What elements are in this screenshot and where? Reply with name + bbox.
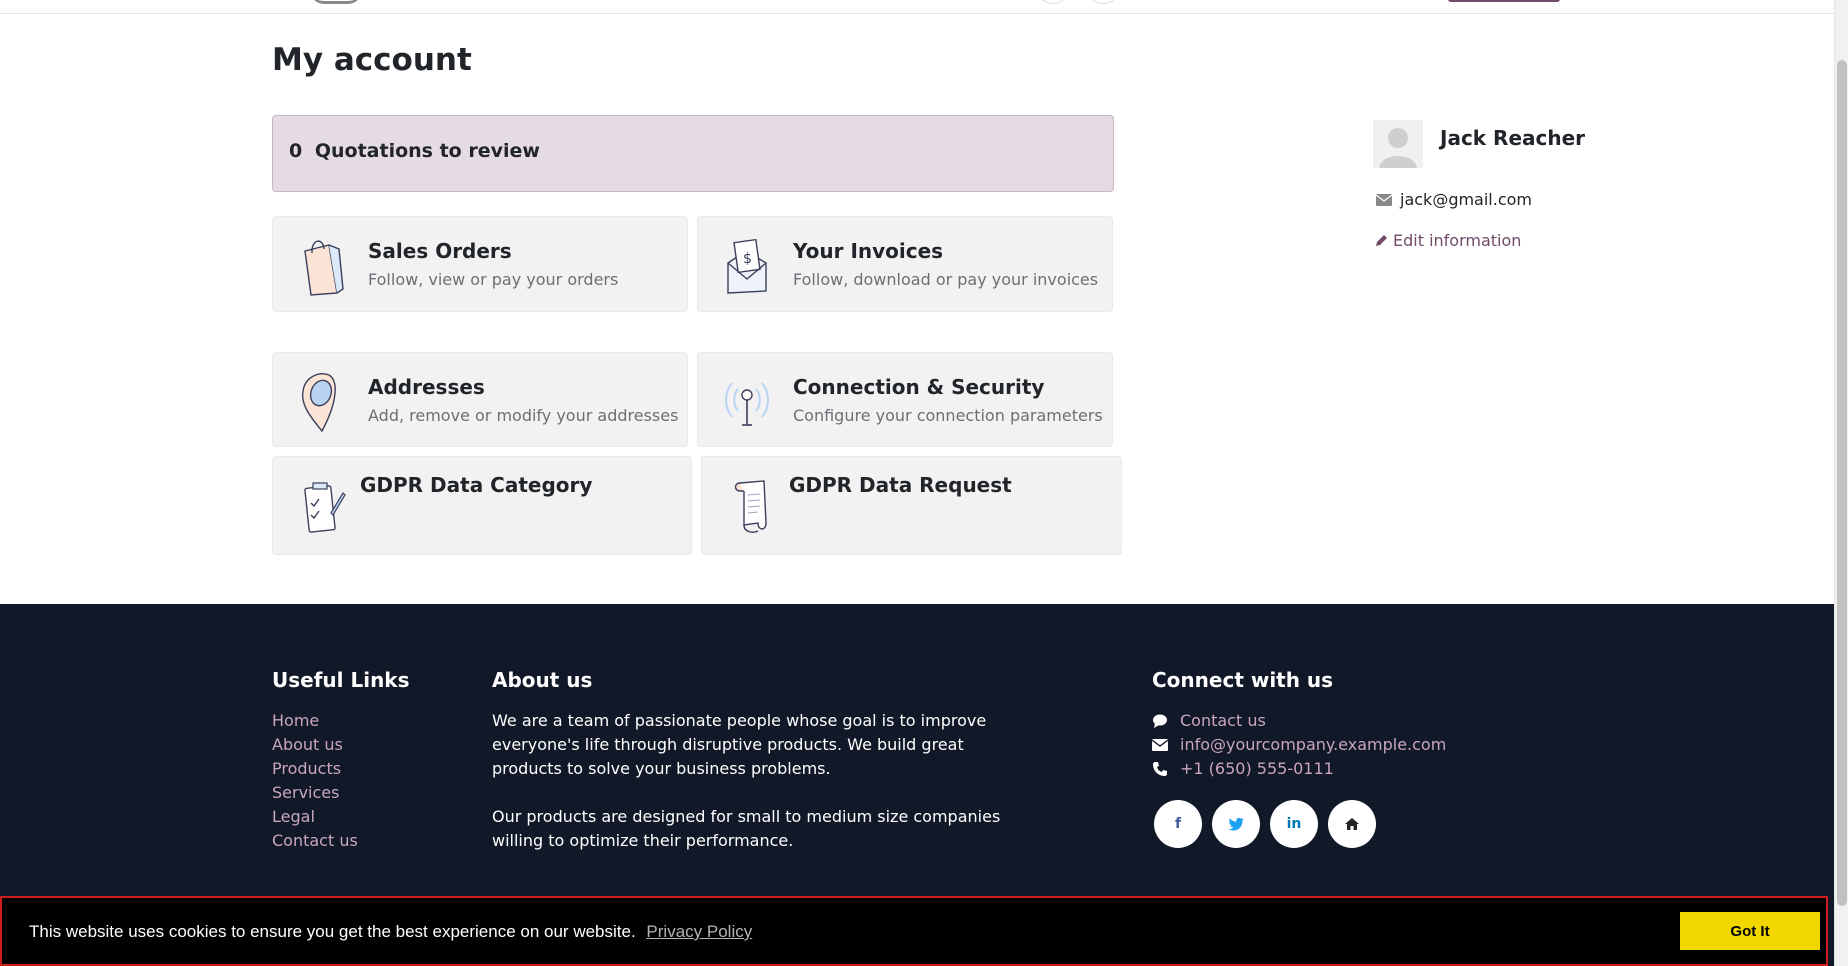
map-pin-icon <box>301 373 336 433</box>
card-gdpr-data-request[interactable]: GDPR Data Request <box>701 456 1122 555</box>
linkedin-icon[interactable]: in <box>1270 800 1318 848</box>
about-paragraph: Our products are designed for small to m… <box>492 807 1001 850</box>
card-sales-orders[interactable]: Sales Orders Follow, view or pay your or… <box>272 216 688 312</box>
phone-icon <box>1153 762 1167 776</box>
card-title: Your Invoices <box>793 239 944 263</box>
quotations-count: 0 <box>289 140 303 162</box>
scrollbar[interactable] <box>1834 0 1848 966</box>
email-item[interactable]: info@yourcompany.example.com <box>1152 733 1446 757</box>
pencil-icon <box>1376 234 1387 246</box>
envelope-icon <box>1152 739 1168 751</box>
connect-list: Contact us info@yourcompany.example.com … <box>1152 709 1446 781</box>
footer-email-link[interactable]: info@yourcompany.example.com <box>1180 733 1446 757</box>
twitter-icon[interactable] <box>1212 800 1260 848</box>
svg-text:$: $ <box>743 251 752 267</box>
useful-links-list: Home About us Products Services Legal Co… <box>272 709 358 853</box>
footer-link-about[interactable]: About us <box>272 733 358 757</box>
shopping-bag-icon <box>304 240 344 296</box>
cookie-message-row: This website uses cookies to ensure you … <box>29 922 752 942</box>
scroll-document-icon <box>734 480 767 533</box>
logo[interactable] <box>310 0 362 4</box>
header-icon-button[interactable] <box>1088 0 1118 4</box>
card-title: GDPR Data Category <box>360 473 593 497</box>
quotations-alert[interactable]: 0 Quotations to review <box>272 115 1114 192</box>
card-subtitle: Configure your connection parameters <box>793 406 1103 425</box>
page-title: My account <box>272 42 472 78</box>
card-addresses[interactable]: Addresses Add, remove or modify your add… <box>272 352 688 447</box>
contact-us-item[interactable]: Contact us <box>1152 709 1446 733</box>
scrollbar-thumb[interactable] <box>1837 60 1847 906</box>
footer-phone-link[interactable]: +1 (650) 555-0111 <box>1180 757 1334 781</box>
cookie-message: This website uses cookies to ensure you … <box>29 922 636 941</box>
social-links: f in <box>1154 800 1376 848</box>
card-title: GDPR Data Request <box>789 473 1012 497</box>
footer-link-legal[interactable]: Legal <box>272 805 358 829</box>
user-email: jack@gmail.com <box>1400 190 1533 209</box>
invoice-envelope-icon: $ <box>727 238 767 294</box>
top-header <box>0 0 1834 14</box>
about-text: We are a team of passionate people whose… <box>492 709 1022 853</box>
home-icon[interactable] <box>1328 800 1376 848</box>
card-title: Connection & Security <box>793 375 1045 399</box>
card-invoices[interactable]: $ Your Invoices Follow, download or pay … <box>697 216 1113 312</box>
antenna-icon <box>725 382 769 426</box>
card-subtitle: Follow, download or pay your invoices <box>793 270 1099 289</box>
footer-link-products[interactable]: Products <box>272 757 358 781</box>
envelope-icon <box>1376 193 1392 206</box>
phone-item[interactable]: +1 (650) 555-0111 <box>1152 757 1446 781</box>
useful-links-title: Useful Links <box>272 668 410 692</box>
footer-link-home[interactable]: Home <box>272 709 358 733</box>
about-paragraph: We are a team of passionate people whose… <box>492 711 987 778</box>
privacy-policy-link[interactable]: Privacy Policy <box>646 922 752 941</box>
edit-information-link[interactable]: Edit information <box>1374 231 1521 250</box>
card-gdpr-data-category[interactable]: GDPR Data Category <box>272 456 692 555</box>
clipboard-check-icon <box>304 482 346 533</box>
chat-bubble-icon <box>1153 714 1167 728</box>
connect-title: Connect with us <box>1152 668 1334 692</box>
avatar <box>1373 120 1423 168</box>
quotations-label: Quotations to review <box>314 140 540 162</box>
contact-us-link[interactable]: Contact us <box>1180 709 1266 733</box>
user-name: Jack Reacher <box>1440 126 1586 150</box>
card-subtitle: Follow, view or pay your orders <box>368 270 619 289</box>
footer-link-contact[interactable]: Contact us <box>272 829 358 853</box>
header-icon-button[interactable] <box>1038 0 1068 4</box>
card-connection-security[interactable]: Connection & Security Configure your con… <box>697 352 1113 447</box>
user-email-row: jack@gmail.com <box>1376 190 1532 209</box>
card-title: Addresses <box>368 375 485 399</box>
about-title: About us <box>492 668 593 692</box>
header-cta-button[interactable] <box>1448 0 1560 2</box>
accept-cookies-button[interactable]: Got It <box>1680 912 1820 950</box>
footer-link-services[interactable]: Services <box>272 781 358 805</box>
card-subtitle: Add, remove or modify your addresses <box>368 406 679 425</box>
cookie-banner: This website uses cookies to ensure you … <box>0 896 1828 966</box>
edit-information-label: Edit information <box>1393 231 1522 250</box>
facebook-icon[interactable]: f <box>1154 800 1202 848</box>
card-title: Sales Orders <box>368 239 512 263</box>
